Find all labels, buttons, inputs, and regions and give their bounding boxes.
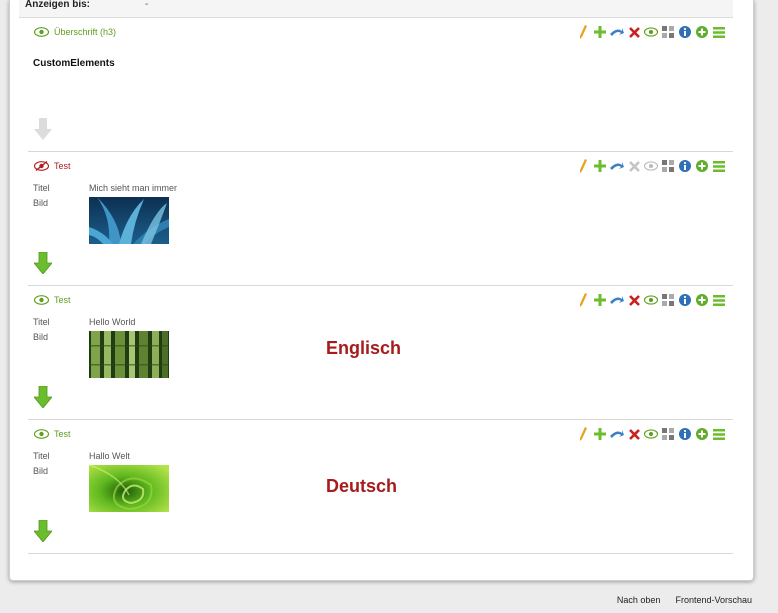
visibility-icon[interactable] — [644, 427, 658, 441]
title-value: Hallo Welt — [89, 451, 130, 461]
add-circle-icon[interactable] — [695, 25, 709, 39]
pencil-icon[interactable] — [576, 25, 590, 39]
plus-icon[interactable] — [593, 293, 607, 307]
info-icon[interactable] — [678, 293, 692, 307]
visible-eye-icon[interactable] — [34, 27, 49, 37]
content-element-test-german: Test Titel Hallo Welt Bild Deutsch — [28, 420, 733, 554]
add-circle-icon[interactable] — [695, 427, 709, 441]
menu-icon[interactable] — [712, 159, 726, 173]
element-header: Test — [34, 160, 71, 172]
element-toolbar — [573, 426, 726, 442]
title-value: Hello World — [89, 317, 136, 327]
element-type-label: Überschrift (h3) — [54, 27, 117, 37]
language-label-german: Deutsch — [326, 476, 398, 496]
visible-eye-icon[interactable] — [34, 295, 49, 305]
visibility-icon[interactable] — [644, 293, 658, 307]
language-label-english: Englisch — [326, 338, 402, 358]
element-toolbar — [573, 292, 726, 308]
grid-icon[interactable] — [661, 159, 675, 173]
visibility-icon[interactable] — [644, 159, 658, 173]
frontend-preview-link[interactable]: Frontend-Vorschau — [675, 595, 752, 605]
move-down-arrow-disabled-icon — [34, 118, 52, 140]
grid-icon[interactable] — [661, 293, 675, 307]
add-circle-icon[interactable] — [695, 293, 709, 307]
grid-icon[interactable] — [661, 427, 675, 441]
title-label: Titel — [33, 451, 50, 461]
agave-image-thumbnail — [89, 197, 169, 244]
image-label: Bild — [33, 198, 49, 208]
content-element-test-english: Test Titel Hello World Bild Englisch — [28, 286, 733, 420]
plus-icon[interactable] — [593, 25, 607, 39]
move-icon[interactable] — [610, 293, 624, 307]
grid-icon[interactable] — [661, 25, 675, 39]
info-icon[interactable] — [678, 159, 692, 173]
element-type-label: Test — [54, 161, 71, 171]
menu-icon[interactable] — [712, 293, 726, 307]
move-icon[interactable] — [610, 25, 624, 39]
move-down-arrow-icon[interactable] — [34, 386, 52, 408]
move-icon[interactable] — [610, 427, 624, 441]
move-icon[interactable] — [610, 159, 624, 173]
move-down-arrow-icon[interactable] — [34, 520, 52, 542]
element-toolbar — [573, 158, 726, 174]
visible-eye-icon[interactable] — [34, 429, 49, 439]
delete-icon[interactable] — [627, 427, 641, 441]
headline-text: CustomElements — [33, 58, 115, 69]
display-until-value: - — [145, 0, 149, 10]
image-label: Bild — [33, 466, 49, 476]
content-element-test-hidden: Test Titel Mich sieht man immer Bild — [28, 152, 733, 286]
image-label: Bild — [33, 332, 49, 342]
bamboo-image-thumbnail — [89, 331, 169, 378]
element-header: Test — [34, 294, 71, 306]
hidden-eye-icon[interactable] — [34, 161, 49, 171]
title-label: Titel — [33, 317, 50, 327]
pencil-icon[interactable] — [576, 159, 590, 173]
add-circle-icon[interactable] — [695, 159, 709, 173]
footer-links: Nach oben Frontend-Vorschau — [602, 595, 752, 605]
title-label: Titel — [33, 183, 50, 193]
display-until-label: Anzeigen bis: — [25, 0, 91, 10]
content-element-headline: Überschrift (h3) CustomElements — [28, 18, 733, 152]
leaf-image-thumbnail — [89, 465, 169, 512]
element-type-label: Test — [54, 429, 71, 439]
element-type-label: Test — [54, 295, 71, 305]
plus-icon[interactable] — [593, 159, 607, 173]
delete-icon[interactable] — [627, 25, 641, 39]
pencil-icon[interactable] — [576, 427, 590, 441]
delete-icon-disabled — [627, 159, 641, 173]
element-header: Überschrift (h3) — [34, 26, 116, 38]
display-until-row: Anzeigen bis: - — [19, 0, 733, 18]
to-top-link[interactable]: Nach oben — [617, 595, 661, 605]
delete-icon[interactable] — [627, 293, 641, 307]
element-header: Test — [34, 428, 71, 440]
menu-icon[interactable] — [712, 25, 726, 39]
info-icon[interactable] — [678, 25, 692, 39]
info-icon[interactable] — [678, 427, 692, 441]
element-toolbar — [573, 24, 726, 40]
visibility-icon[interactable] — [644, 25, 658, 39]
move-down-arrow-icon[interactable] — [34, 252, 52, 274]
plus-icon[interactable] — [593, 427, 607, 441]
pencil-icon[interactable] — [576, 293, 590, 307]
menu-icon[interactable] — [712, 427, 726, 441]
title-value: Mich sieht man immer — [89, 183, 178, 193]
